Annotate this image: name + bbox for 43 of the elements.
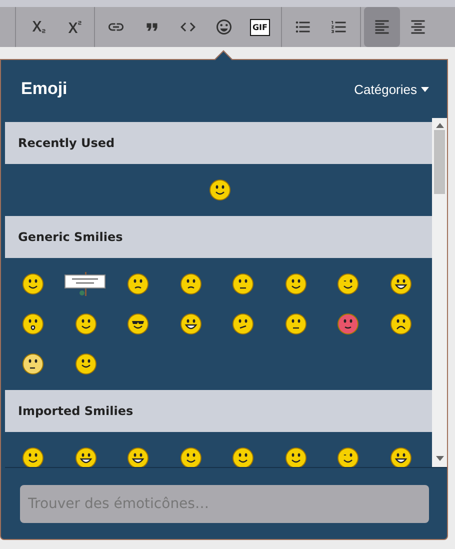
smiley-icon	[284, 447, 307, 467]
smiley-icon	[284, 273, 307, 295]
smiley-icon	[74, 353, 97, 375]
smiley-icon	[180, 313, 202, 335]
smiley-icon	[180, 447, 202, 467]
smiley-icon	[208, 179, 230, 201]
smiley-icon	[232, 273, 254, 295]
section-header: Imported Smilies	[5, 390, 432, 432]
section-header: Recently Used	[5, 122, 432, 164]
smiley-icon	[22, 447, 44, 467]
emoji-icon	[215, 18, 233, 36]
smiley-icon	[127, 447, 150, 467]
smiley-icon	[337, 313, 360, 335]
smiley-icon	[127, 273, 150, 295]
smiley-icon	[22, 273, 44, 295]
smiley-icon	[390, 313, 412, 335]
scroll-down-icon	[436, 456, 444, 461]
sign-smiley-icon	[64, 272, 108, 296]
smiley-icon	[232, 313, 254, 335]
categories-dropdown[interactable]: Catégories	[354, 82, 429, 96]
smiley-icon	[337, 447, 360, 467]
smiley-icon	[337, 273, 360, 295]
gif-button[interactable]: GIF	[242, 7, 278, 47]
align-left-icon	[373, 18, 391, 36]
section-header: Generic Smilies	[5, 216, 432, 258]
scrollbar[interactable]	[432, 118, 447, 467]
align-left-button[interactable]	[364, 7, 400, 47]
smiley-icon	[22, 313, 44, 335]
caret-icon	[421, 86, 429, 92]
smiley-icon	[180, 273, 202, 295]
panel-title: Emoji	[21, 79, 68, 99]
smiley-icon	[74, 313, 97, 335]
smiley-icon	[22, 353, 44, 375]
smiley-icon	[284, 313, 307, 335]
scroll-thumb[interactable]	[434, 130, 445, 194]
scroll-up-icon	[436, 123, 444, 128]
smiley-icon	[74, 447, 97, 467]
align-center-icon	[409, 18, 427, 36]
numbers-icon	[330, 18, 348, 36]
smiley-icon	[232, 447, 254, 467]
smiley-icon	[390, 447, 412, 467]
smiley-icon	[390, 273, 412, 295]
smiley-icon	[127, 313, 150, 335]
